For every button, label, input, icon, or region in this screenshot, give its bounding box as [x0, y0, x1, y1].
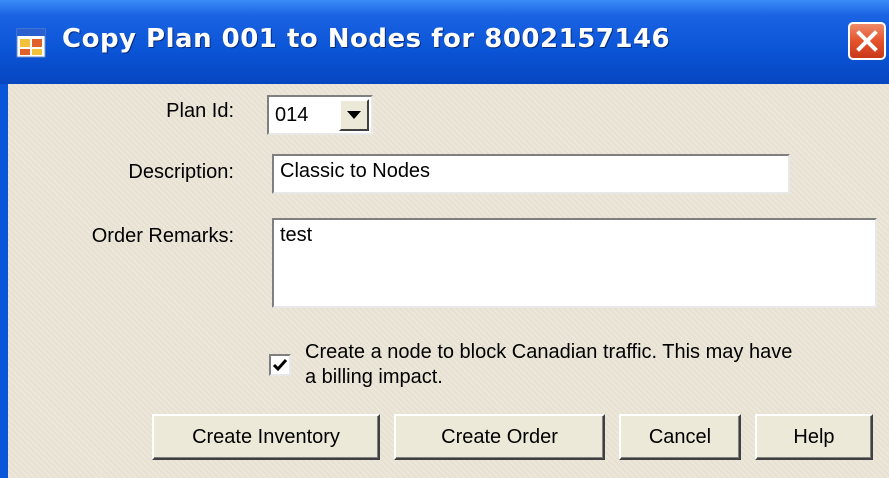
plan-id-label: Plan Id:: [166, 100, 234, 122]
order-remarks-field[interactable]: test: [272, 218, 877, 308]
block-canadian-checkbox[interactable]: [269, 354, 291, 376]
close-button[interactable]: [848, 22, 886, 60]
help-button[interactable]: Help: [755, 414, 873, 460]
close-icon: [856, 30, 878, 52]
checkmark-icon: [272, 359, 288, 372]
window-app-icon[interactable]: [16, 28, 46, 58]
window-title: Copy Plan 001 to Nodes for 8002157146: [62, 24, 671, 54]
plan-id-dropdown-button[interactable]: [339, 99, 369, 131]
plan-id-select[interactable]: 014: [267, 95, 373, 135]
description-label: Description:: [128, 161, 234, 183]
title-bar[interactable]: Copy Plan 001 to Nodes for 8002157146: [0, 0, 889, 84]
chevron-down-icon: [347, 111, 361, 119]
description-field[interactable]: Classic to Nodes: [272, 154, 790, 194]
create-order-button[interactable]: Create Order: [394, 414, 605, 460]
dialog-window: Copy Plan 001 to Nodes for 8002157146 Pl…: [0, 0, 889, 478]
block-canadian-label[interactable]: Create a node to block Canadian traffic.…: [305, 340, 805, 390]
cancel-button[interactable]: Cancel: [619, 414, 741, 460]
plan-id-value: 014: [275, 104, 309, 126]
create-inventory-button[interactable]: Create Inventory: [152, 414, 380, 460]
order-remarks-label: Order Remarks:: [91, 225, 234, 247]
